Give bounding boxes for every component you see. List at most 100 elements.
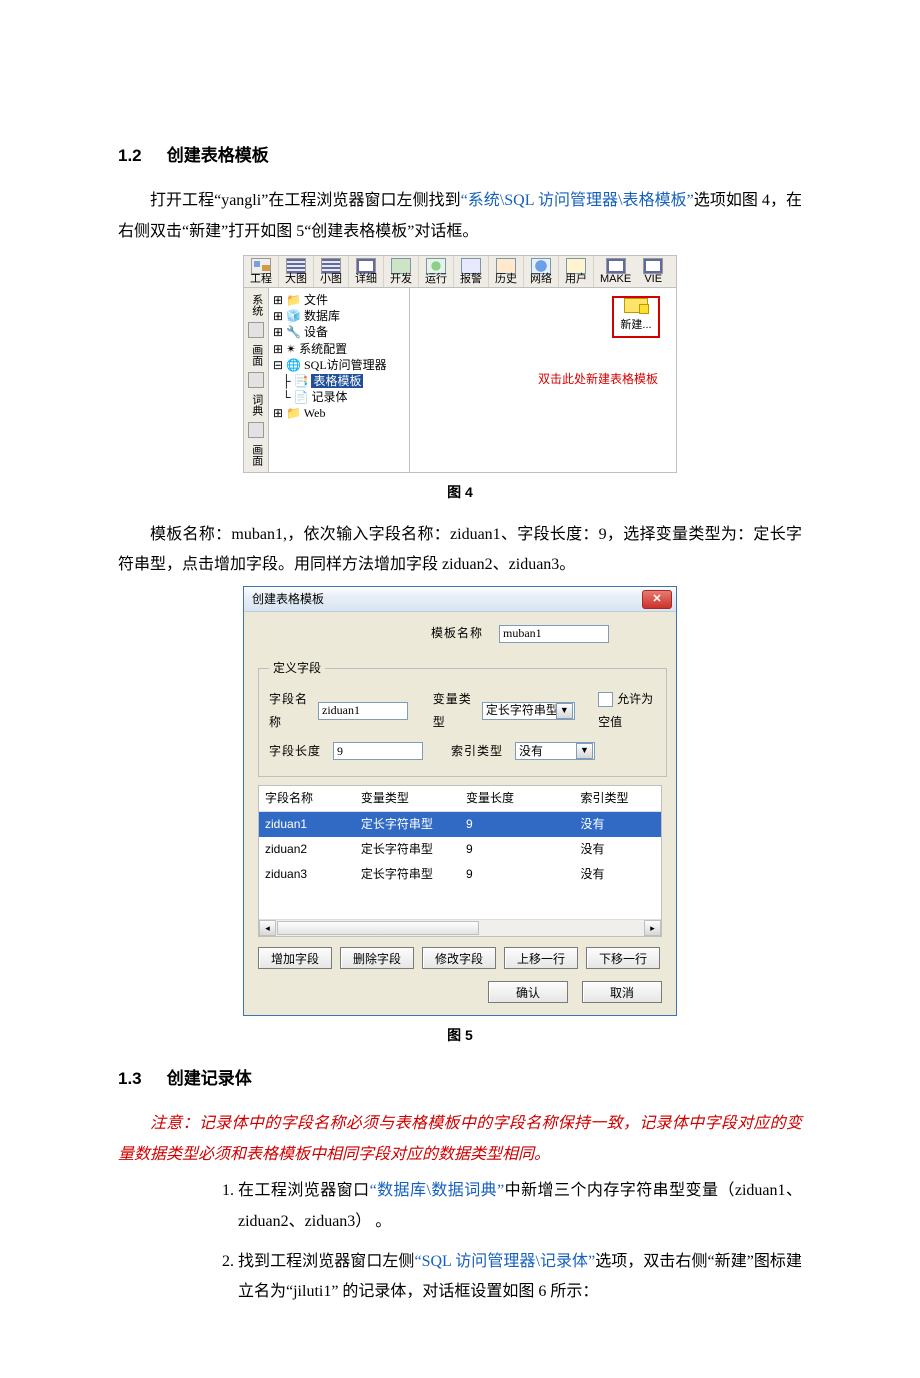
cell: 9 [460,862,574,887]
cancel-button[interactable]: 取消 [582,981,662,1003]
checkbox-icon [598,692,613,707]
label: 网络 [530,274,552,285]
ordered-list: 在工程浏览器窗口“数据库\数据词典”中新增三个内存字符串型变量（ziduan1、… [118,1176,802,1308]
browser-body: 系统 画面 词典 画面 ⊞ 📁 文件 ⊞ 🧊 数据库 ⊞ 🔧 设备 ⊞ ✴ 系统… [244,288,676,472]
tree-view: ⊞ 📁 文件 ⊞ 🧊 数据库 ⊞ 🔧 设备 ⊞ ✴ 系统配置 ⊟ 🌐 SQL访问… [269,288,410,472]
toolbar-smallicon[interactable]: 小图 [314,256,349,287]
toolbar-detail[interactable]: 详细 [349,256,384,287]
toolbar-user[interactable]: 用户 [559,256,594,287]
small-icons-icon [321,258,341,274]
field-list[interactable]: 字段名称 变量类型 变量长度 索引类型 ziduan1 定长字符串型 9 没有 … [258,785,662,937]
text: 找到工程浏览器窗口左侧 [238,1253,414,1270]
toolbar-run[interactable]: 运行 [419,256,454,287]
list-row[interactable]: ziduan1 定长字符串型 9 没有 [259,812,661,837]
toolbar-dev[interactable]: 开发 [384,256,419,287]
heading-number: 1.3 [118,1063,162,1095]
vtab-icon[interactable] [248,322,264,338]
tree-item-sql-mgr[interactable]: ⊟ 🌐 SQL访问管理器 [269,357,409,373]
text: 打开工程“yangli”在工程浏览器窗口左侧找到 [150,192,461,209]
scroll-thumb[interactable] [277,921,479,935]
scroll-left-icon[interactable]: ◂ [259,920,276,936]
close-button[interactable]: ✕ [642,590,672,609]
list-row[interactable]: ziduan2 定长字符串型 9 没有 [259,837,661,862]
tree-item-file[interactable]: ⊞ 📁 文件 [269,292,409,308]
toolbar-history[interactable]: 历史 [489,256,524,287]
heading-title: 创建记录体 [167,1069,252,1088]
cell: 定长字符串型 [355,862,460,887]
toolbar-make[interactable]: MAKE [594,256,637,287]
tree-item-web[interactable]: ⊞ 📁 Web [269,405,409,421]
toolbar-project[interactable]: 工程 [244,256,279,287]
idx-type-select[interactable]: 没有 ▼ [515,742,595,760]
modify-field-button[interactable]: 修改字段 [422,947,496,969]
vtab-screen2[interactable]: 画面 [250,442,262,468]
toolbar-alarm[interactable]: 报警 [454,256,489,287]
delete-field-button[interactable]: 删除字段 [340,947,414,969]
project-icon [251,258,271,274]
run-icon [426,258,446,274]
make-icon [606,258,626,274]
col-field-name: 字段名称 [259,786,355,811]
label: 报警 [460,274,482,285]
field-len-input[interactable] [333,742,423,760]
cell: 没有 [574,862,661,887]
label: 小图 [320,274,342,285]
toolbar-bigicon[interactable]: 大图 [279,256,314,287]
new-template-button[interactable]: 新建... [612,296,660,338]
cell: ziduan1 [259,812,355,837]
view-icon [643,258,663,274]
vtab-screen[interactable]: 画面 [250,342,262,368]
path-link: “SQL 访问管理器\记录体” [414,1253,595,1270]
toolbar-network[interactable]: 网络 [524,256,559,287]
paragraph-1: 打开工程“yangli”在工程浏览器窗口左侧找到“系统\SQL 访问管理器\表格… [118,186,802,247]
label: 详细 [355,274,377,285]
col-idx-type: 索引类型 [574,786,661,811]
chevron-down-icon: ▼ [556,703,573,719]
col-var-type: 变量类型 [355,786,460,811]
label: VIE [644,274,662,285]
horizontal-scrollbar[interactable]: ◂ ▸ [259,919,661,936]
add-field-button[interactable]: 增加字段 [258,947,332,969]
heading-1-3: 1.3 创建记录体 [118,1063,802,1095]
dialog-button-row: 确认 取消 [258,981,662,1003]
label: 新建... [620,315,651,336]
detail-icon [356,258,376,274]
cell: 没有 [574,812,661,837]
new-icon [624,298,648,313]
alarm-icon [461,258,481,274]
text: 在工程浏览器窗口 [238,1182,370,1199]
list-row[interactable]: ziduan3 定长字符串型 9 没有 [259,862,661,887]
ok-button[interactable]: 确认 [488,981,568,1003]
history-icon [496,258,516,274]
move-up-button[interactable]: 上移一行 [504,947,578,969]
label: MAKE [600,274,631,285]
select-value: 没有 [519,740,543,763]
tree-item-record[interactable]: └ 📄 记录体 [269,389,409,405]
chevron-down-icon: ▼ [576,743,593,759]
var-type-select[interactable]: 定长字符串型 ▼ [482,702,575,720]
document-page: 1.2 创建表格模板 打开工程“yangli”在工程浏览器窗口左侧找到“系统\S… [0,0,920,1378]
tree-item-database[interactable]: ⊞ 🧊 数据库 [269,308,409,324]
tree-item-table-template[interactable]: ├ 📑 表格模板 [269,373,409,389]
idx-type-label: 索引类型 [451,740,507,763]
scroll-right-icon[interactable]: ▸ [644,920,661,936]
tree-item-sysconfig[interactable]: ⊞ ✴ 系统配置 [269,341,409,357]
hint-text: 双击此处新建表格模板 [538,368,658,391]
toolbar-view[interactable]: VIE [637,256,663,287]
vtab-system[interactable]: 系统 [250,292,262,318]
move-down-button[interactable]: 下移一行 [586,947,660,969]
vtab-dict[interactable]: 词典 [250,392,262,418]
label: 运行 [425,274,447,285]
group-legend: 定义字段 [269,657,325,680]
vertical-tabs: 系统 画面 词典 画面 [244,288,269,472]
tree-item-device[interactable]: ⊞ 🔧 设备 [269,324,409,340]
content-pane: 新建... 双击此处新建表格模板 [410,288,676,472]
template-name-input[interactable] [499,625,609,643]
allow-null-checkbox[interactable]: 允许为空值 [598,688,656,734]
path-link: “数据库\数据词典” [370,1182,505,1199]
vtab-icon[interactable] [248,422,264,438]
field-name-input[interactable] [318,702,408,720]
vtab-icon[interactable] [248,372,264,388]
path-link: “系统\SQL 访问管理器\表格模板” [461,192,694,209]
network-icon [531,258,551,274]
